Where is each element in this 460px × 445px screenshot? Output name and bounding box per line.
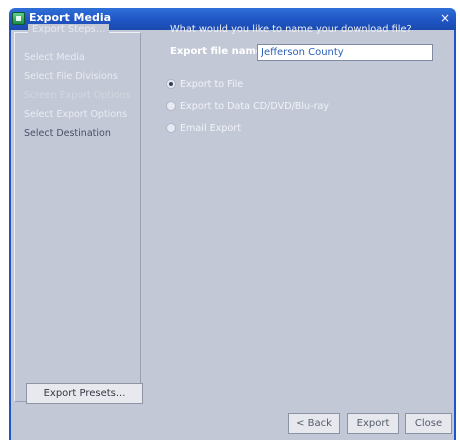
export-to-disc-radio[interactable] bbox=[166, 101, 176, 111]
export-steps-panel: Export Steps... Select Media Select File… bbox=[14, 24, 141, 402]
export-file-name-input[interactable] bbox=[257, 44, 433, 61]
window-title: Export Media bbox=[29, 11, 112, 24]
step-select-destination: Select Destination bbox=[24, 128, 111, 139]
export-presets-button[interactable]: Export Presets... bbox=[26, 383, 143, 404]
step-select-media: Select Media bbox=[24, 52, 85, 63]
name-prompt: What would you like to name your downloa… bbox=[170, 24, 412, 35]
close-icon[interactable]: × bbox=[438, 10, 452, 26]
back-button[interactable]: < Back bbox=[288, 413, 340, 434]
export-to-file-label[interactable]: Export to File bbox=[180, 79, 243, 90]
export-media-dialog: Export Media × Export Steps... Select Me… bbox=[0, 0, 460, 445]
app-icon bbox=[12, 12, 25, 25]
step-screen-export-options: Screen Export Options bbox=[24, 90, 131, 101]
export-button[interactable]: Export bbox=[347, 413, 399, 434]
export-to-file-radio[interactable] bbox=[166, 79, 176, 89]
email-export-label[interactable]: Email Export bbox=[180, 123, 241, 134]
export-file-name-label: Export file name: bbox=[170, 46, 267, 57]
close-button[interactable]: Close bbox=[405, 413, 452, 434]
step-select-export-options: Select Export Options bbox=[24, 109, 128, 120]
export-to-disc-label[interactable]: Export to Data CD/DVD/Blu-ray bbox=[180, 101, 329, 112]
export-steps-legend: Export Steps... bbox=[28, 24, 110, 35]
step-select-file-divisions: Select File Divisions bbox=[24, 71, 118, 82]
email-export-radio[interactable] bbox=[166, 123, 176, 133]
